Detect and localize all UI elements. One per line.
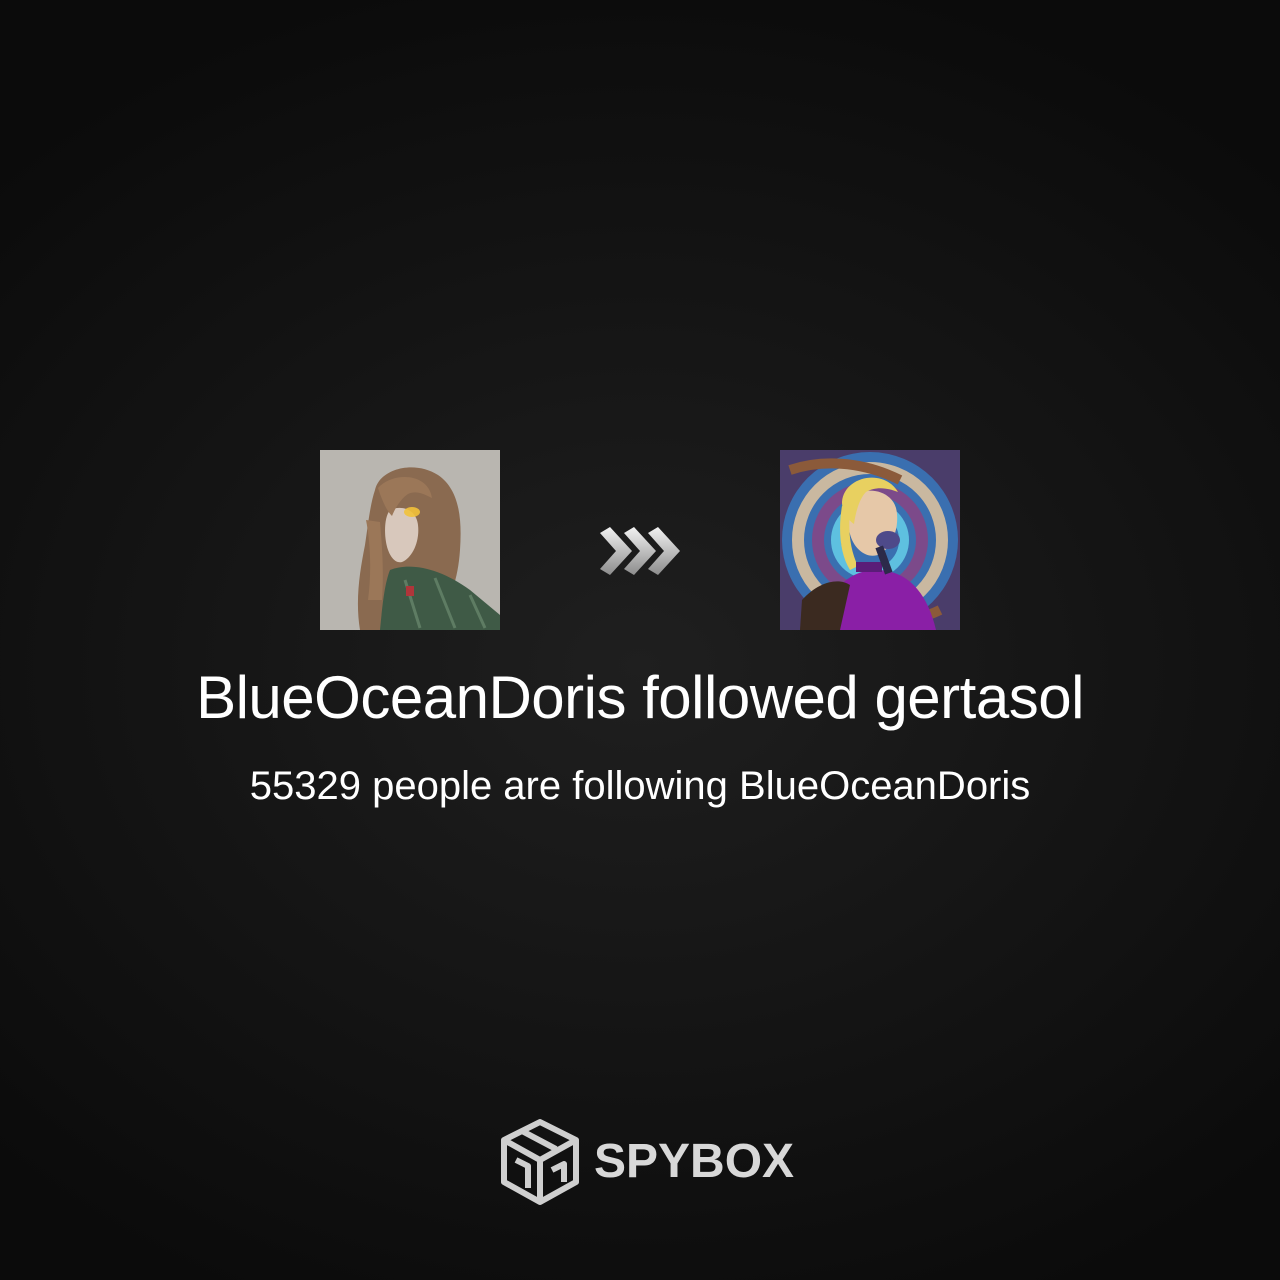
follow-headline: BlueOceanDoris followed gertasol <box>0 662 1280 734</box>
followee-name[interactable]: gertasol <box>874 664 1084 731</box>
followee-avatar[interactable] <box>780 450 960 630</box>
follower-count-line: 55329 people are following BlueOceanDori… <box>0 762 1280 810</box>
follower-name[interactable]: BlueOceanDoris <box>196 664 626 731</box>
follower-avatar[interactable] <box>320 450 500 630</box>
brand-name: SPYBOX <box>594 1135 795 1188</box>
box-logo-icon <box>501 1119 579 1205</box>
follow-arrow-icon <box>598 525 682 577</box>
follower-count: 55329 <box>249 764 361 808</box>
action-word: followed <box>642 664 859 731</box>
follower-count-text: people are following <box>372 764 728 808</box>
count-subject-name: BlueOceanDoris <box>739 764 1031 808</box>
brand-logo: SPYBOX <box>498 1116 794 1208</box>
notification-card: BlueOceanDoris followed gertasol 55329 p… <box>0 0 1280 1280</box>
